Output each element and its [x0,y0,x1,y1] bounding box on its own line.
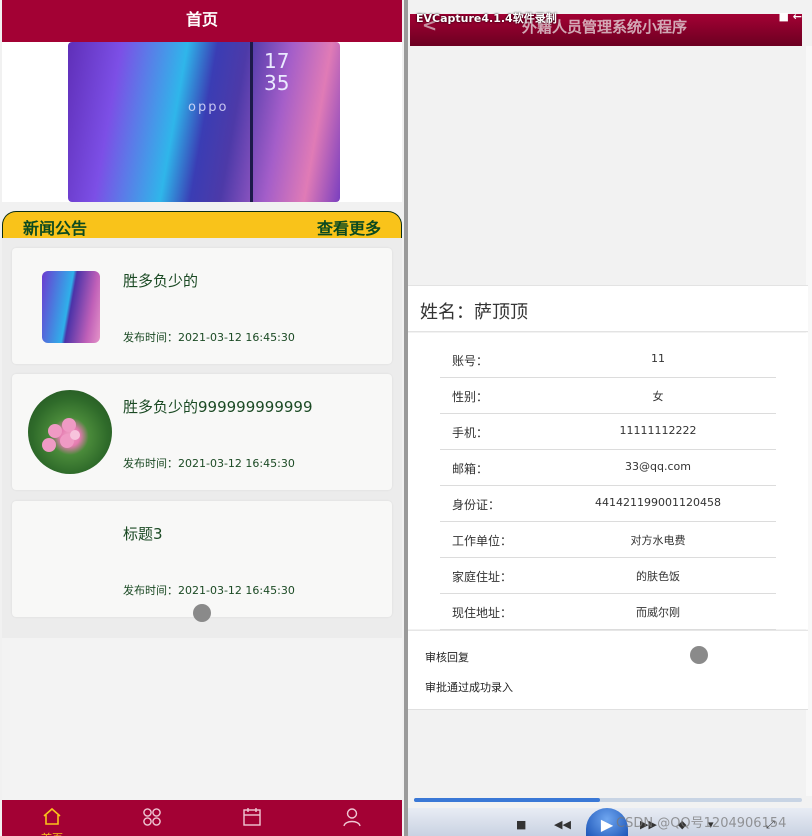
view-more-link[interactable]: 查看更多 [317,215,381,239]
info-label: 手机： [452,426,489,440]
info-table: 账号： 11 性别： 女 手机： 11111112222 邮箱： 33@qq.com 身… [408,333,808,630]
watermark: CSDN @QQ号1204906154 [616,816,787,831]
info-label: 账号： [452,354,489,368]
news-thumbnail [30,264,112,346]
play-icon: ▶ [600,815,614,834]
news-card-time: 发布时间：2021-03-12 16:45:30 [123,457,295,470]
phone-thumbnail-image [42,271,100,343]
info-label: 邮箱： [452,462,489,476]
info-label: 性别： [452,390,489,404]
home-icon [43,807,61,825]
flower-thumbnail-image [28,390,112,474]
info-label: 现住地址： [452,606,513,620]
stop-icon[interactable]: ■ [516,818,526,831]
playback-progress-bar[interactable] [414,798,802,802]
news-list: 胜多负少的 发布时间：2021-03-12 16:45:30 胜多负少的9999… [2,238,402,638]
info-value: 441421199001120458 [595,496,721,509]
info-value: 女 [652,390,664,403]
info-value: 11111112222 [619,424,697,437]
phone-divider [250,42,253,202]
info-label: 身份证： [452,498,501,512]
news-card-title: 胜多负少的999999999999 [123,398,313,416]
name-section: 姓名：萨顶顶 [408,285,808,332]
phone-brand-text: oppo [188,100,229,115]
home-header: 首页 [2,0,402,42]
info-row: 家庭住址： 的肤色饭 [440,558,776,594]
info-row: 账号： 11 [440,342,776,378]
touch-cursor-indicator [690,646,708,664]
news-card[interactable]: 标题3 发布时间：2021-03-12 16:45:30 [12,501,392,617]
info-row: 工作单位： 对方水电费 [440,522,776,558]
review-reply-text: 审批通过成功录入 [425,681,513,694]
review-reply-section: 审核回复 审批通过成功录入 [408,630,808,710]
phone-clock: 17 35 [264,49,290,95]
news-card-time: 发布时间：2021-03-12 16:45:30 [123,584,295,597]
home-title: 首页 [185,10,218,29]
banner-phone-image: oppo 17 35 [68,42,340,202]
bottom-tabbar: 首页 [2,800,402,836]
news-title: 新闻公告 [23,219,88,238]
tab-home-label: 首页 [2,830,102,836]
banner-carousel[interactable]: oppo 17 35 [2,42,402,202]
detail-screen: < 外籍人员管理系统小程序 EVCapture4.1.4软件录制 ■ ← 姓名：… [408,0,812,836]
news-card-time: 发布时间：2021-03-12 16:45:30 [123,331,295,344]
recorder-controls[interactable]: ■ ← [779,10,802,23]
rewind-icon[interactable]: ◀◀ [554,818,571,831]
tab-calendar[interactable] [202,800,302,836]
info-value: 11 [651,352,665,365]
home-empty-area [2,638,402,800]
person-name: 姓名：萨顶顶 [420,302,528,323]
news-section-header: 新闻公告 查看更多 [2,211,402,238]
info-row: 现住地址： 而威尔刚 [440,594,776,630]
info-value: 而威尔刚 [636,606,680,619]
home-screen: 首页 oppo 17 35 新闻公告 查看更多 胜多负少的 发布时间：2021-0… [0,0,404,836]
news-thumbnail [28,390,112,474]
info-value: 33@qq.com [625,460,691,473]
playback-progress-fill [414,798,601,802]
review-reply-label: 审核回复 [425,651,469,664]
user-icon [343,808,361,827]
info-label: 家庭住址： [452,570,513,584]
info-label: 工作单位： [452,534,513,548]
tab-home[interactable]: 首页 [2,800,102,836]
news-card-title: 胜多负少的 [123,272,199,290]
tab-category[interactable] [102,800,202,836]
recorder-title: EVCapture4.1.4软件录制 [416,12,557,25]
info-row: 性别： 女 [440,378,776,414]
news-card[interactable]: 胜多负少的 发布时间：2021-03-12 16:45:30 [12,248,392,364]
info-row: 手机： 11111112222 [440,414,776,450]
grid-icon [143,808,161,826]
touch-cursor-indicator [193,604,211,622]
news-card-title: 标题3 [123,525,163,543]
tab-profile[interactable] [302,800,402,836]
calendar-icon [243,808,261,826]
info-value: 的肤色饭 [636,570,680,583]
info-row: 身份证： 441421199001120458 [440,486,776,522]
news-card[interactable]: 胜多负少的999999999999 发布时间：2021-03-12 16:45:… [12,374,392,490]
screen-root: 首页 oppo 17 35 新闻公告 查看更多 胜多负少的 发布时间：2021-0… [0,0,812,836]
info-row: 邮箱： 33@qq.com [440,450,776,486]
info-value: 对方水电费 [630,534,686,547]
